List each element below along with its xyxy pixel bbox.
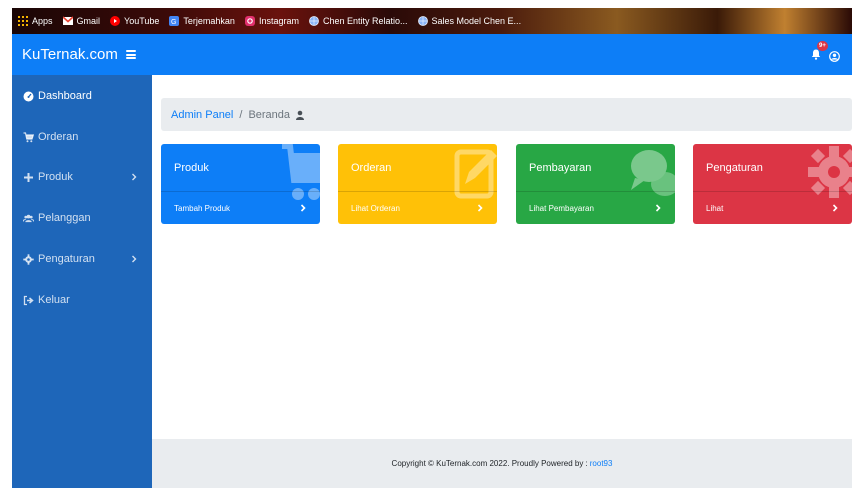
footer-copyright: Copyright © KuTernak.com 2022. Proudly P… — [391, 459, 588, 468]
navbar-right: 9+ — [811, 41, 842, 62]
sidebar: Dashboard Orderan Produk Pelanggan Penga… — [12, 75, 152, 488]
bookmark-label: Instagram — [258, 16, 299, 26]
footer-author-link[interactable]: root93 — [590, 459, 613, 468]
sidebar-item-orderan[interactable]: Orderan — [12, 125, 152, 149]
gmail-icon — [61, 16, 74, 26]
globe-icon — [417, 16, 428, 26]
hamburger-menu-icon[interactable] — [125, 50, 136, 59]
card-link-lihat-pembayaran[interactable]: Lihat Pembayaran — [516, 191, 675, 224]
card-title: Pembayaran — [529, 162, 592, 174]
notification-button[interactable]: 9+ — [811, 41, 828, 60]
bookmark-translate[interactable]: G Terjemahkan — [169, 16, 235, 26]
sidebar-item-label: Pelanggan — [38, 212, 91, 224]
card-pengaturan: Pengaturan Lihat — [693, 144, 852, 224]
svg-text:G: G — [171, 19, 176, 26]
bookmark-apps[interactable]: Apps — [18, 16, 53, 26]
card-title: Pengaturan — [706, 162, 763, 174]
card-produk: Produk Tambah Produk — [161, 144, 320, 224]
youtube-icon — [110, 16, 121, 26]
card-link-tambah-produk[interactable]: Tambah Produk — [161, 191, 320, 224]
chevron-right-icon — [300, 204, 306, 212]
bookmark-label: Sales Model Chen E... — [431, 16, 522, 26]
bookmark-label: Chen Entity Relatio... — [322, 16, 408, 26]
user-menu-button[interactable] — [829, 49, 840, 62]
sidebar-item-pelanggan[interactable]: Pelanggan — [12, 206, 152, 230]
bookmark-label: YouTube — [124, 16, 160, 26]
sidebar-item-label: Dashboard — [38, 90, 92, 102]
bookmark-label: Terjemahkan — [183, 16, 235, 26]
globe-icon — [309, 16, 319, 26]
page-root: Apps Gmail YouTube G Terjemahkan Instagr… — [0, 0, 853, 488]
chevron-right-icon — [132, 173, 137, 181]
sidebar-item-pengaturan[interactable]: Pengaturan — [12, 247, 152, 271]
gear-icon — [23, 253, 34, 265]
chevron-right-icon — [832, 204, 838, 212]
tachometer-icon — [23, 91, 34, 102]
bookmark-youtube[interactable]: YouTube — [110, 16, 159, 26]
translate-icon: G — [169, 16, 180, 26]
sidebar-item-produk[interactable]: Produk — [12, 165, 152, 189]
user-circle-icon — [829, 51, 840, 62]
card-link-lihat[interactable]: Lihat — [693, 191, 852, 224]
breadcrumb-link-admin-panel[interactable]: Admin Panel — [171, 109, 233, 121]
sidebar-item-label: Produk — [38, 171, 73, 183]
chevron-right-icon — [477, 204, 483, 212]
bookmark-label: Gmail — [76, 16, 101, 26]
sign-out-icon — [23, 295, 34, 306]
cart-icon — [23, 131, 34, 143]
card-link-label: Lihat Orderan — [351, 203, 400, 213]
instagram-icon — [244, 16, 255, 26]
top-navbar: KuTernak.com 9+ — [12, 34, 852, 75]
card-title: Produk — [174, 162, 209, 174]
bookmark-sales-model[interactable]: Sales Model Chen E... — [417, 16, 522, 26]
notification-badge: 9+ — [817, 41, 828, 51]
bookmark-gmail[interactable]: Gmail — [61, 16, 101, 26]
sidebar-item-label: Keluar — [38, 294, 70, 306]
bookmarks-bar: Apps Gmail YouTube G Terjemahkan Instagr… — [12, 8, 852, 34]
sidebar-item-label: Pengaturan — [38, 253, 95, 265]
sidebar-item-label: Orderan — [38, 131, 79, 143]
card-orderan: Orderan Lihat Orderan — [338, 144, 497, 224]
breadcrumb-separator: / — [239, 108, 243, 121]
bookmark-label: Apps — [32, 16, 53, 26]
breadcrumb-current: Beranda — [248, 108, 291, 121]
apps-grid-icon — [18, 16, 28, 26]
sidebar-item-dashboard[interactable]: Dashboard — [12, 84, 152, 108]
brand-logo[interactable]: KuTernak.com — [22, 46, 118, 63]
bookmark-chen-entity[interactable]: Chen Entity Relatio... — [309, 16, 408, 26]
card-link-label: Lihat Pembayaran — [529, 203, 594, 213]
bookmark-instagram[interactable]: Instagram — [244, 16, 299, 26]
card-link-lihat-orderan[interactable]: Lihat Orderan — [338, 191, 497, 224]
card-link-label: Tambah Produk — [174, 203, 231, 213]
card-pembayaran: Pembayaran Lihat Pembayaran — [516, 144, 675, 224]
breadcrumb: Admin Panel / Beranda — [161, 98, 852, 131]
chevron-right-icon — [132, 255, 137, 263]
page-footer: Copyright © KuTernak.com 2022. Proudly P… — [152, 439, 852, 488]
plus-icon — [23, 172, 34, 183]
users-icon — [23, 213, 34, 224]
sidebar-item-keluar[interactable]: Keluar — [12, 288, 152, 312]
chevron-right-icon — [655, 204, 661, 212]
card-title: Orderan — [351, 162, 392, 174]
card-link-label: Lihat — [706, 203, 724, 213]
user-icon — [296, 110, 305, 120]
